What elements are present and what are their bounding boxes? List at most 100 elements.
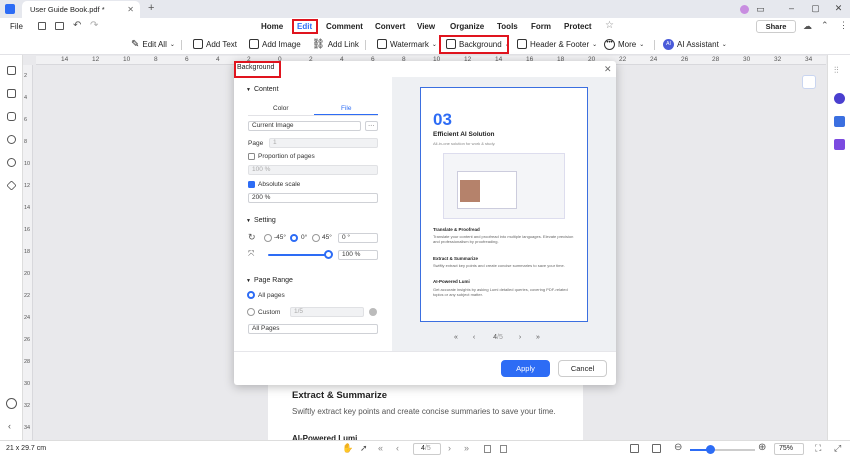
redo-icon[interactable]: ↷ [90, 20, 98, 31]
fit-width-icon[interactable] [500, 445, 507, 453]
maximize-icon[interactable]: ▢ [811, 4, 820, 13]
add-text-button[interactable]: Add Text [193, 39, 237, 49]
prev-page-icon[interactable]: ‹ [396, 443, 399, 453]
check-icon[interactable] [834, 139, 845, 150]
help-icon[interactable] [6, 398, 17, 409]
file-select[interactable]: Current Image [248, 121, 361, 131]
ruler-number: 8 [154, 56, 158, 63]
ruler-number: 2 [24, 73, 28, 79]
page-input[interactable]: 1 [269, 138, 378, 148]
header-footer-label: Header & Footer [530, 39, 590, 49]
edit-all-button[interactable]: ✎ Edit All ⌄ [131, 39, 175, 50]
ruler-number: 10 [24, 161, 31, 167]
minimize-icon[interactable]: – [787, 4, 796, 13]
ai-assistant-icon[interactable] [834, 93, 845, 104]
single-page-icon[interactable] [484, 445, 491, 453]
notification-icon[interactable]: ▭ [756, 5, 765, 14]
new-tab-button[interactable]: + [148, 2, 154, 14]
more-button[interactable]: ••• More ⌄ [604, 39, 644, 50]
preview-page-number[interactable]: 4 [483, 334, 497, 341]
zoom-in-icon[interactable]: ⊕ [758, 442, 766, 453]
opacity-input[interactable]: 100 % [338, 250, 378, 260]
cancel-button[interactable]: Cancel [558, 360, 607, 377]
close-window-icon[interactable]: ✕ [834, 4, 843, 13]
rotate-neg45-radio[interactable] [264, 234, 272, 242]
absolute-scale-checkbox[interactable] [248, 181, 255, 188]
proportion-input[interactable]: 100 % [248, 165, 378, 175]
document-tab[interactable]: User Guide Book.pdf * ✕ [22, 1, 140, 18]
tab-close-icon[interactable]: ✕ [127, 5, 134, 14]
custom-radio[interactable] [247, 308, 255, 316]
first-page-icon[interactable]: « [378, 443, 383, 453]
prev-page-button[interactable]: ‹ [465, 334, 483, 341]
layers-icon[interactable] [6, 180, 17, 191]
apply-button[interactable]: Apply [501, 360, 550, 377]
opacity-slider-handle[interactable] [324, 250, 333, 259]
save-icon[interactable] [38, 22, 46, 30]
undo-icon[interactable]: ↶ [73, 20, 81, 31]
upload-icon[interactable]: ☁ [803, 21, 812, 32]
translate-icon[interactable] [834, 116, 845, 127]
tab-color[interactable]: Color [273, 105, 289, 112]
zoom-select[interactable]: 75% [774, 443, 804, 455]
menu-tools[interactable]: Tools [497, 22, 518, 31]
custom-range-input[interactable]: 1/5 [290, 307, 364, 317]
comment-icon[interactable] [7, 112, 16, 121]
search-icon[interactable] [7, 158, 16, 167]
proportion-checkbox[interactable] [248, 153, 255, 160]
first-page-button[interactable]: « [447, 334, 465, 341]
expand-icon[interactable]: ⌃ [821, 20, 829, 31]
page-number-input[interactable]: 4/5 [413, 443, 441, 455]
avatar[interactable] [740, 5, 749, 14]
browse-button[interactable]: ··· [365, 121, 378, 131]
hand-tool-icon[interactable]: ✋ [342, 443, 353, 454]
header-footer-button[interactable]: Header & Footer ⌄ [517, 39, 597, 49]
rotation-input[interactable]: 0 ° [338, 233, 378, 243]
settings-sliders-icon[interactable]: ⫶⫶ [834, 65, 839, 76]
page-range-select[interactable]: All Pages [248, 324, 378, 334]
next-page-button[interactable]: › [511, 334, 529, 341]
all-pages-radio[interactable] [247, 291, 255, 299]
menu-form[interactable]: Form [531, 22, 551, 31]
tab-file[interactable]: File [341, 105, 351, 112]
add-link-button[interactable]: ⛓ Add Link [312, 39, 359, 50]
fullscreen-icon[interactable]: ⤢ [834, 443, 841, 454]
menu-organize[interactable]: Organize [450, 22, 484, 31]
collapse-icon[interactable]: ‹ [8, 421, 11, 431]
add-image-label: Add Image [262, 39, 301, 49]
rotate-0-radio[interactable] [290, 234, 298, 242]
watermark-button[interactable]: Watermark ⌄ [377, 39, 437, 49]
menu-comment[interactable]: Comment [326, 22, 363, 31]
comment-mode-icon[interactable] [630, 444, 639, 453]
menu-protect[interactable]: Protect [564, 22, 592, 31]
share-button[interactable]: Share [756, 20, 796, 33]
close-icon[interactable]: ✕ [604, 64, 612, 75]
add-image-button[interactable]: Add Image [249, 39, 301, 49]
dialog-footer-divider [234, 351, 616, 352]
print-icon[interactable] [55, 22, 64, 30]
last-page-button[interactable]: » [529, 334, 547, 341]
fit-page-icon[interactable]: ⛶ [815, 443, 821, 454]
view-mode-icon[interactable] [652, 444, 661, 453]
ai-assistant-button[interactable]: AI AI Assistant ⌄ [663, 39, 727, 50]
menu-view[interactable]: View [417, 22, 435, 31]
zoom-out-icon[interactable]: ⊖ [674, 442, 682, 453]
absolute-scale-input[interactable]: 200 % [248, 193, 378, 203]
bookmark-icon[interactable] [7, 89, 16, 98]
proportion-label: Proportion of pages [258, 153, 315, 160]
star-icon[interactable]: ☆ [605, 20, 614, 31]
preview-page-total: /5 [497, 333, 503, 341]
select-tool-icon[interactable]: ➚ [360, 443, 368, 454]
next-page-icon[interactable]: › [448, 443, 451, 453]
translate-float-icon[interactable] [802, 75, 816, 89]
attachment-icon[interactable] [7, 135, 16, 144]
menu-convert[interactable]: Convert [375, 22, 405, 31]
thumbnails-icon[interactable] [7, 66, 16, 75]
zoom-slider-handle[interactable] [706, 445, 715, 454]
absolute-scale-label: Absolute scale [258, 181, 301, 188]
menu-file[interactable]: File [10, 22, 23, 31]
more-vert-icon[interactable]: ⋮ [839, 20, 848, 31]
last-page-icon[interactable]: » [464, 443, 469, 453]
rotate-45-radio[interactable] [312, 234, 320, 242]
menu-home[interactable]: Home [261, 22, 283, 31]
